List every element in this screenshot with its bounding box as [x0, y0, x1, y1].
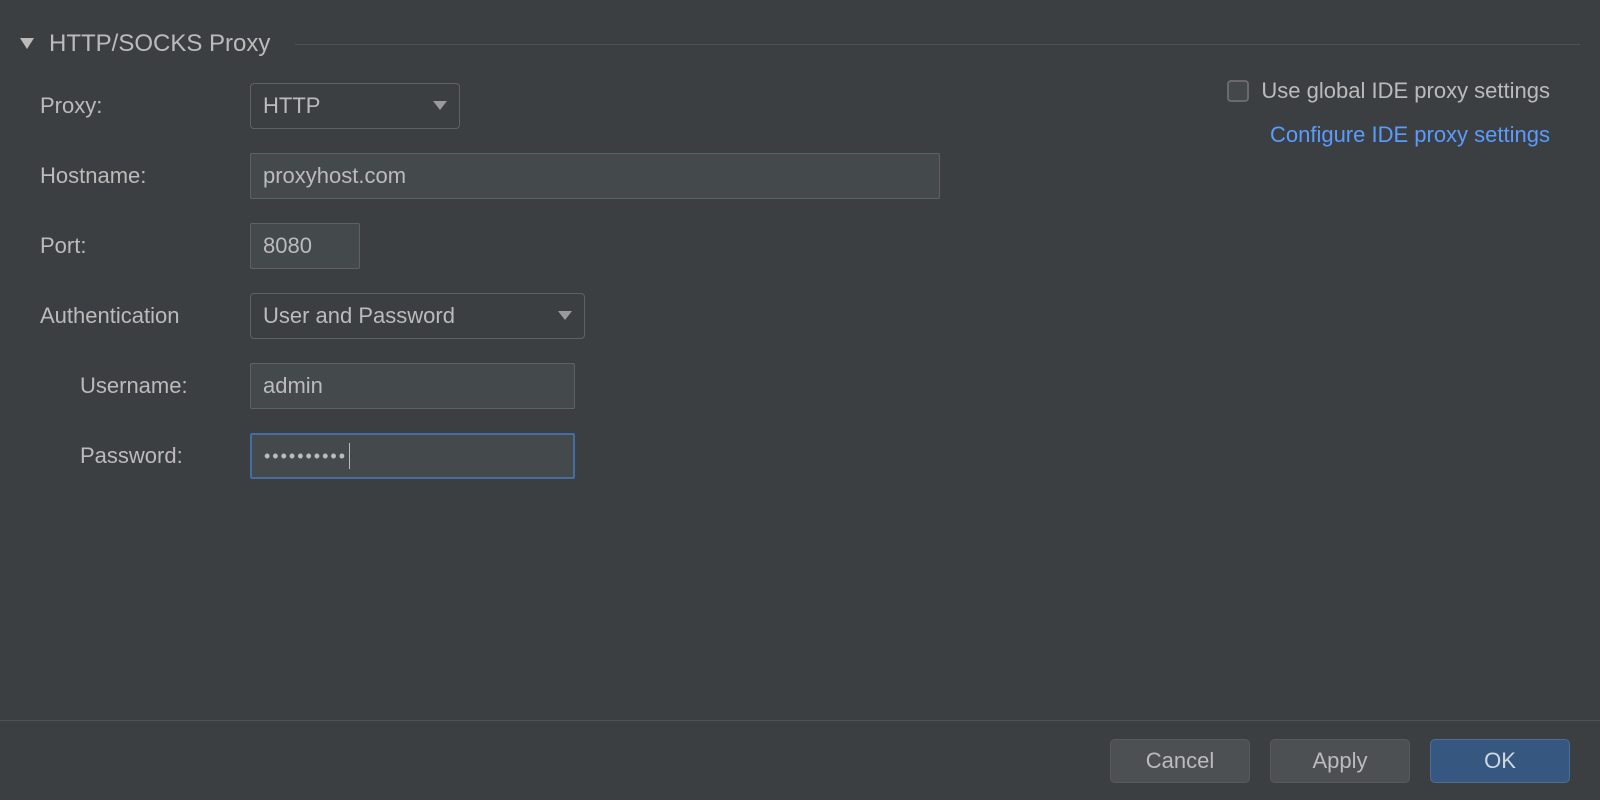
- password-field[interactable]: ••••••••••: [250, 433, 575, 479]
- chevron-down-icon: [558, 311, 572, 321]
- dialog-footer: Cancel Apply OK: [0, 720, 1600, 800]
- authentication-value: User and Password: [263, 303, 455, 329]
- cancel-button[interactable]: Cancel: [1110, 739, 1250, 783]
- section-divider: [295, 44, 1580, 45]
- section-title: HTTP/SOCKS Proxy: [49, 30, 270, 58]
- ok-button[interactable]: OK: [1430, 739, 1570, 783]
- content-area: Use global IDE proxy settings Configure …: [0, 68, 1600, 479]
- password-label: Password:: [40, 443, 240, 469]
- chevron-down-icon: [433, 101, 447, 111]
- hostname-field[interactable]: proxyhost.com: [250, 153, 940, 199]
- use-global-proxy-checkbox[interactable]: [1227, 80, 1249, 102]
- password-value: ••••••••••: [264, 446, 347, 467]
- username-field[interactable]: admin: [250, 363, 575, 409]
- section-header[interactable]: HTTP/SOCKS Proxy: [0, 0, 1600, 68]
- authentication-combo[interactable]: User and Password: [250, 293, 585, 339]
- collapse-triangle-icon[interactable]: [20, 38, 34, 50]
- hostname-label: Hostname:: [40, 163, 240, 189]
- port-field[interactable]: 8080: [250, 223, 360, 269]
- proxy-label: Proxy:: [40, 93, 240, 119]
- apply-button-label: Apply: [1312, 748, 1367, 774]
- port-label: Port:: [40, 233, 240, 259]
- username-value: admin: [263, 373, 323, 399]
- ok-button-label: OK: [1484, 748, 1516, 774]
- port-value: 8080: [263, 233, 312, 259]
- text-caret-icon: [349, 443, 350, 469]
- username-label: Username:: [40, 373, 240, 399]
- authentication-label: Authentication: [40, 303, 240, 329]
- proxy-type-value: HTTP: [263, 93, 320, 119]
- hostname-value: proxyhost.com: [263, 163, 406, 189]
- use-global-proxy-label: Use global IDE proxy settings: [1261, 78, 1550, 104]
- top-right-group: Use global IDE proxy settings Configure …: [1227, 78, 1550, 148]
- cancel-button-label: Cancel: [1146, 748, 1214, 774]
- configure-ide-proxy-link[interactable]: Configure IDE proxy settings: [1270, 122, 1550, 148]
- use-global-proxy-checkbox-row[interactable]: Use global IDE proxy settings: [1227, 78, 1550, 104]
- proxy-type-combo[interactable]: HTTP: [250, 83, 460, 129]
- apply-button[interactable]: Apply: [1270, 739, 1410, 783]
